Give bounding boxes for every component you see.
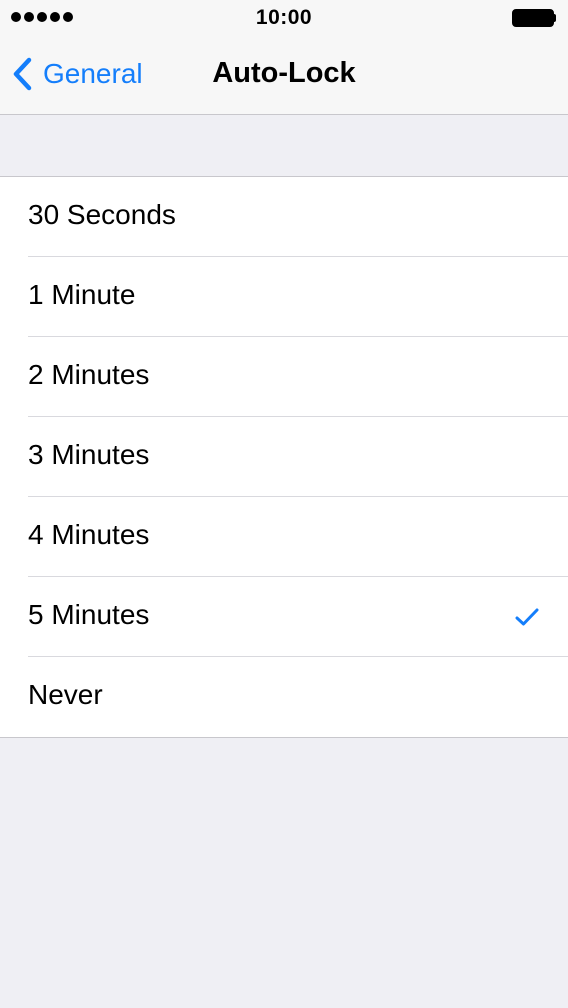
option-label: Never [28, 679, 103, 710]
option-label: 3 Minutes [28, 439, 150, 470]
auto-lock-options-list: 30 Seconds 1 Minute 2 Minutes 3 Minutes … [0, 176, 568, 738]
checkmark-icon [515, 608, 539, 626]
page-title: Auto-Lock [212, 57, 356, 89]
section-spacer [0, 115, 568, 176]
option-label: 2 Minutes [28, 359, 150, 390]
option-never[interactable]: Never [0, 657, 568, 737]
option-label: 5 Minutes [28, 599, 150, 630]
option-label: 1 Minute [28, 279, 136, 310]
battery-full-icon [512, 9, 556, 27]
navigation-bar: General Auto-Lock [0, 36, 568, 115]
option-3-minutes[interactable]: 3 Minutes [0, 417, 568, 497]
status-time: 10:00 [255, 6, 313, 29]
option-2-minutes[interactable]: 2 Minutes [0, 337, 568, 417]
option-30-seconds[interactable]: 30 Seconds [0, 177, 568, 257]
option-label: 30 Seconds [28, 199, 176, 230]
status-bar: 10:00 [0, 0, 568, 36]
option-1-minute[interactable]: 1 Minute [0, 257, 568, 337]
option-4-minutes[interactable]: 4 Minutes [0, 497, 568, 577]
option-label: 4 Minutes [28, 519, 150, 550]
option-5-minutes[interactable]: 5 Minutes [0, 577, 568, 657]
